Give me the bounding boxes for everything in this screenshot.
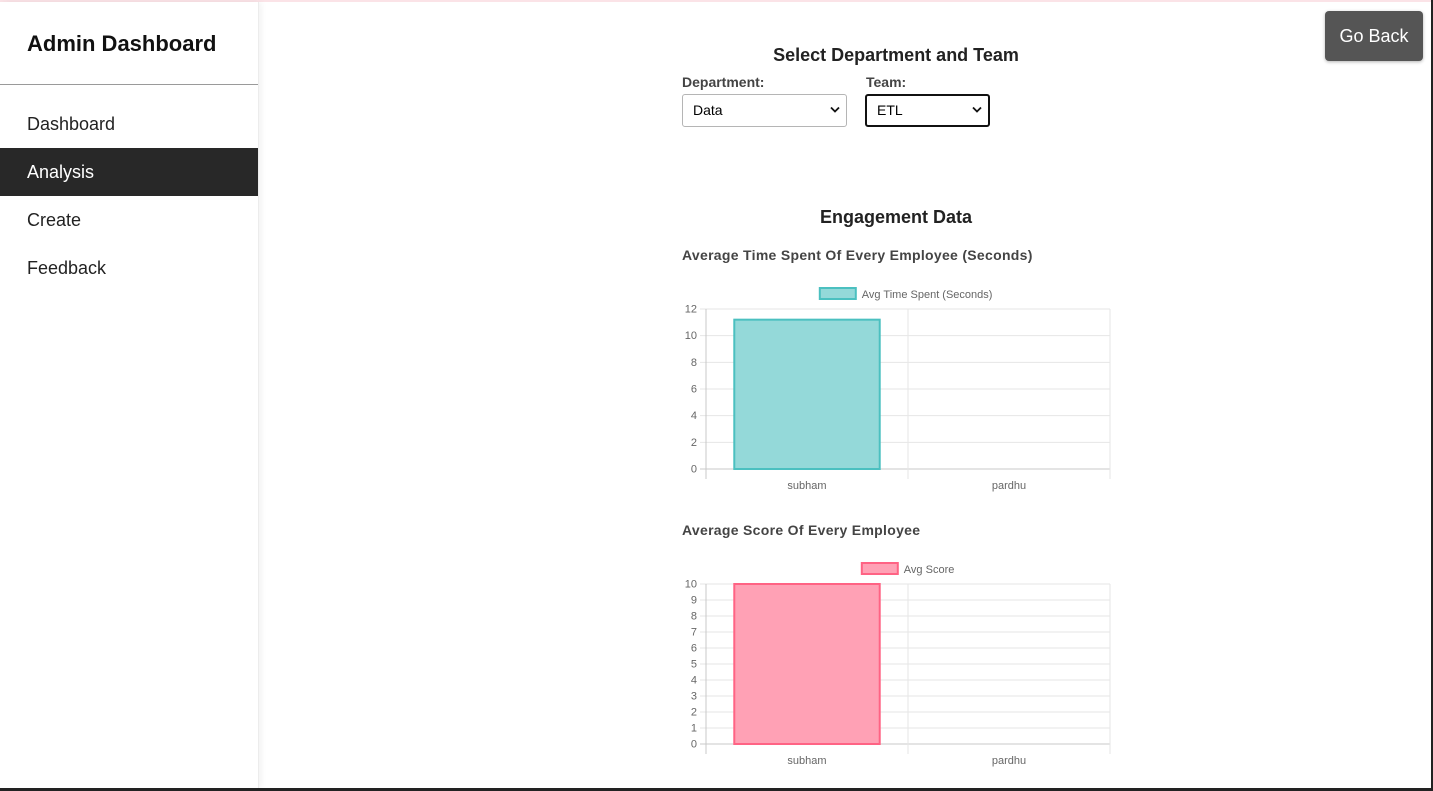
y-tick-label: 5: [691, 659, 697, 671]
y-tick-label: 7: [691, 627, 697, 639]
y-tick-label: 3: [691, 691, 697, 703]
score-chart-title: Average Score Of Every Employee: [682, 522, 921, 538]
y-tick-label: 10: [685, 579, 697, 591]
y-tick-label: 4: [691, 410, 697, 422]
chevron-down-icon: [972, 96, 982, 125]
y-tick-label: 10: [685, 330, 697, 342]
sidebar: Admin Dashboard Dashboard Analysis Creat…: [0, 2, 259, 788]
x-tick-label: pardhu: [992, 755, 1026, 767]
y-tick-label: 6: [691, 384, 697, 396]
y-tick-label: 1: [691, 723, 697, 735]
team-label: Team:: [866, 74, 907, 90]
bar-subham: [733, 318, 881, 470]
sidebar-item-feedback[interactable]: Feedback: [0, 244, 258, 292]
sidebar-item-create[interactable]: Create: [0, 196, 258, 244]
y-tick-label: 12: [685, 304, 697, 316]
legend-label: Avg Score: [904, 564, 955, 576]
sidebar-title: Admin Dashboard: [0, 2, 258, 85]
x-tick-label: subham: [787, 755, 826, 767]
x-tick-label: pardhu: [992, 480, 1026, 492]
legend-label: Avg Time Spent (Seconds): [862, 289, 993, 301]
y-tick-label: 6: [691, 643, 697, 655]
y-tick-label: 9: [691, 595, 697, 607]
team-select-value: ETL: [877, 102, 903, 118]
time-chart-title: Average Time Spent Of Every Employee (Se…: [682, 247, 1033, 263]
legend-swatch: [818, 287, 857, 300]
sidebar-item-analysis[interactable]: Analysis: [0, 148, 258, 196]
selector-title: Select Department and Team: [773, 45, 1019, 65]
bar-subham: [733, 583, 881, 745]
chevron-down-icon: [830, 95, 840, 126]
legend-swatch: [860, 562, 899, 575]
score-bar-chart: 0 1 2 3 4 5 6 7 8 9 10 Avg Score subham pardhu: [685, 562, 1111, 767]
time-spent-bar-chart: 0 2 4 6 8 10 12 Avg Time Spent (Seconds) subham p…: [685, 287, 1111, 492]
department-select[interactable]: Data: [682, 94, 847, 127]
sidebar-item-dashboard[interactable]: Dashboard: [0, 100, 258, 148]
sidebar-nav: Dashboard Analysis Create Feedback: [0, 100, 258, 292]
y-tick-label: 2: [691, 707, 697, 719]
y-tick-label: 2: [691, 437, 697, 449]
engagement-title: Engagement Data: [819, 207, 973, 227]
y-tick-label: 0: [691, 464, 697, 476]
department-label: Department:: [682, 74, 765, 90]
y-tick-label: 0: [691, 739, 697, 751]
y-tick-label: 8: [691, 611, 697, 623]
x-tick-label: subham: [787, 480, 826, 492]
go-back-button[interactable]: Go Back: [1325, 11, 1423, 61]
y-tick-label: 4: [691, 675, 697, 687]
department-select-value: Data: [693, 102, 723, 118]
team-select[interactable]: ETL: [865, 94, 990, 127]
y-tick-label: 8: [691, 357, 697, 369]
